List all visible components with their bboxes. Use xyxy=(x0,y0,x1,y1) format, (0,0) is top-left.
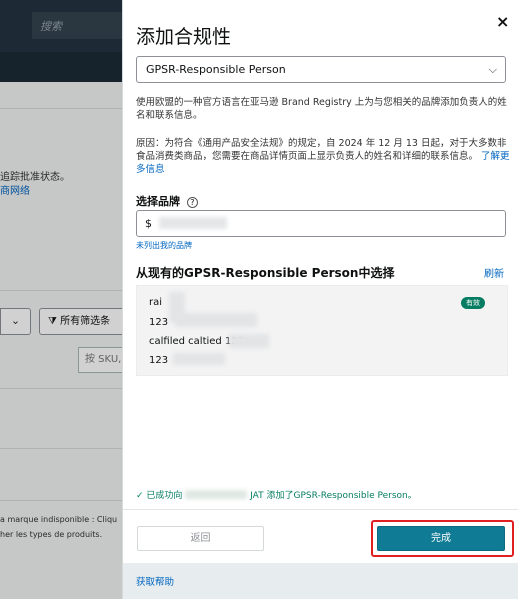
done-button[interactable]: 完成 xyxy=(377,526,505,551)
chevron-down-icon: ⌵ xyxy=(488,63,497,76)
redacted-brand-name xyxy=(159,217,227,229)
refresh-link[interactable]: 刷新 xyxy=(484,265,504,280)
redacted-text xyxy=(175,313,257,327)
person-name: rai xyxy=(149,297,163,308)
redacted-text xyxy=(229,334,269,348)
reason-text: 原因：为符合《通用产品安全法规》的规定，自 2024 年 12 月 13 日起，… xyxy=(136,137,510,176)
responsible-person-card[interactable]: rai 123 calfiled caltied 123 123 有效 xyxy=(136,285,508,376)
success-prefix: ✓ 已成功向 xyxy=(136,491,183,501)
success-suffix: JAT 添加了GPSR-Responsible Person。 xyxy=(250,491,417,501)
person-address: 123 xyxy=(149,317,169,328)
description-text: 使用欧盟的一种官方语言在亚马逊 Brand Registry 上为与您相关的品牌… xyxy=(136,97,507,121)
compliance-type-value: GPSR-Responsible Person xyxy=(146,63,286,76)
dim-overlay xyxy=(0,0,125,599)
add-compliance-panel: 添加合规性 × GPSR-Responsible Person ⌵ 使用欧盟的一… xyxy=(122,0,518,599)
panel-title: 添加合规性 xyxy=(136,26,232,48)
redacted-brand-name xyxy=(185,490,248,499)
back-button[interactable]: 返回 xyxy=(137,526,264,551)
redacted-text xyxy=(173,353,225,365)
footer-divider xyxy=(123,509,518,510)
get-help-link[interactable]: 获取帮助 xyxy=(136,574,174,588)
compliance-type-select[interactable]: GPSR-Responsible Person ⌵ xyxy=(136,56,506,83)
person-contact: 123 xyxy=(149,355,169,366)
success-message: ✓ 已成功向 JAT 添加了GPSR-Responsible Person。 xyxy=(136,488,417,501)
help-bar: 获取帮助 xyxy=(123,563,518,599)
choose-existing-title: 从现有的GPSR-Responsible Person中选择 xyxy=(136,266,395,280)
brand-label: 选择品牌 ? xyxy=(136,193,198,209)
status-badge: 有效 xyxy=(461,297,485,309)
brand-input[interactable]: $ xyxy=(136,210,506,237)
brand-label-text: 选择品牌 xyxy=(136,195,180,208)
brand-input-value: $ xyxy=(145,217,152,230)
help-icon[interactable]: ? xyxy=(186,197,198,208)
close-icon[interactable]: × xyxy=(496,12,509,31)
unlisted-brand-link[interactable]: 未列出我的品牌 xyxy=(136,240,192,251)
reason-body: 原因：为符合《通用产品安全法规》的规定，自 2024 年 12 月 13 日起，… xyxy=(136,138,507,162)
